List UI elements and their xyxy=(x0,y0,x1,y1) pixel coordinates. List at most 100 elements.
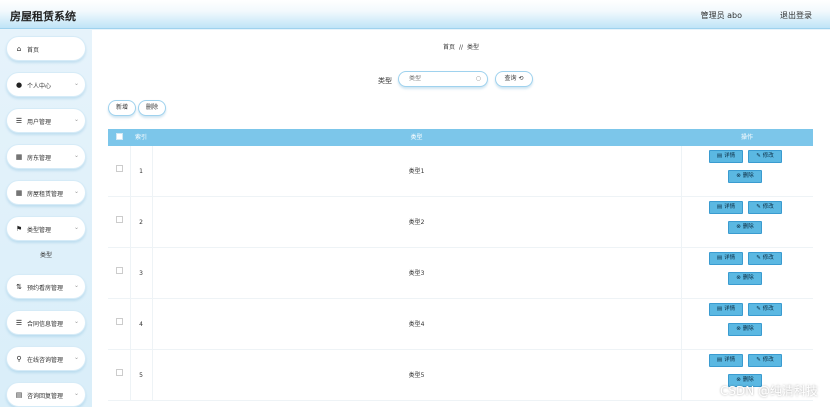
query-button[interactable]: 查询 ⟲ xyxy=(495,71,533,87)
detail-icon: ▤ xyxy=(716,153,723,159)
sidebar-item-rentals[interactable]: ▦ 房屋租赁管理 ⌄ xyxy=(6,180,86,205)
row-type: 类型4 xyxy=(408,321,425,328)
row-index: 1 xyxy=(139,168,143,175)
grid-icon: ▦ xyxy=(15,189,23,197)
sidebar-item-types[interactable]: ⚑ 类型管理 ⌄ xyxy=(6,216,86,241)
delete-button[interactable]: ⊗ 删除 xyxy=(728,272,762,285)
edit-icon: ✎ xyxy=(756,153,761,159)
sidebar-item-label: 预约看房管理 xyxy=(27,285,64,292)
header-type: 类型 xyxy=(410,134,423,141)
search-label: 类型 xyxy=(378,77,392,85)
sidebar-item-contracts[interactable]: ☰ 合同信息管理 ⌄ xyxy=(6,310,86,335)
delete-label: 删除 xyxy=(742,173,754,179)
grid-icon: ▦ xyxy=(15,153,23,161)
detail-icon: ▤ xyxy=(716,255,723,261)
edit-label: 修改 xyxy=(762,306,774,312)
sidebar-item-landlords[interactable]: ▦ 房东管理 ⌄ xyxy=(6,144,86,169)
list-icon: ☰ xyxy=(15,319,23,327)
edit-button[interactable]: ✎ 修改 xyxy=(748,354,782,367)
table-row: 3 类型3 ▤ 详情 ✎ 修改 ⊗ 删除 xyxy=(108,248,813,299)
edit-icon: ✎ xyxy=(756,255,761,261)
sidebar-subitem-type[interactable]: 类型 xyxy=(6,247,86,265)
header-actions: 操作 xyxy=(740,134,753,141)
breadcrumb-current: 类型 xyxy=(467,44,480,51)
main-content: 首页//类型 类型 ○ 查询 ⟲ 新增 删除 索引 类型 操作 1 类型1 ▤详… xyxy=(92,30,830,407)
chevron-down-icon: ⌄ xyxy=(73,354,79,361)
detail-button[interactable]: ▤ 详情 xyxy=(709,354,743,367)
detail-button[interactable]: ▤ 详情 xyxy=(709,303,743,316)
delete-icon: ⊗ xyxy=(736,173,741,179)
row-checkbox[interactable] xyxy=(116,165,123,172)
watermark: CSDN @纯清科技 xyxy=(719,384,818,398)
chevron-down-icon: ⌄ xyxy=(73,116,79,123)
sidebar-item-label: 合同信息管理 xyxy=(27,321,64,328)
top-bar: 房屋租赁系统 管理员 abo 退出登录 xyxy=(0,0,830,29)
sidebar-item-viewings[interactable]: ⇅ 预约看房管理 ⌄ xyxy=(6,274,86,299)
delete-button[interactable]: ⊗ 删除 xyxy=(728,323,762,336)
sidebar-item-label: 个人中心 xyxy=(27,83,52,90)
edit-icon: ✎ xyxy=(756,204,761,210)
delete-icon: ⊗ xyxy=(736,326,741,332)
table-row: 1 类型1 ▤ 详情 ✎ 修改 ⊗ 删除 xyxy=(108,146,813,197)
sidebar-item-label: 房东管理 xyxy=(27,155,52,162)
detail-icon: ▤ xyxy=(716,357,723,363)
chevron-down-icon: ⌄ xyxy=(73,188,79,195)
breadcrumb-home[interactable]: 首页 xyxy=(443,44,455,51)
sidebar: ⌂ 首页 ● 个人中心 ⌄ ☰ 用户管理 ⌄ ▦ 房东管理 ⌄ ▦ 房屋租赁管理… xyxy=(0,30,92,407)
detail-button[interactable]: ▤ 详情 xyxy=(709,252,743,265)
column-divider xyxy=(681,146,682,401)
detail-icon: ▤ xyxy=(716,204,723,210)
row-index: 3 xyxy=(139,270,143,277)
edit-label: 修改 xyxy=(762,153,774,159)
sidebar-item-label: 在线咨询管理 xyxy=(27,357,64,364)
search-field[interactable]: ○ xyxy=(398,71,488,87)
row-index: 4 xyxy=(139,321,143,328)
edit-icon: ✎ xyxy=(756,357,761,363)
sidebar-item-label: 咨询回复管理 xyxy=(27,393,64,400)
sidebar-item-profile[interactable]: ● 个人中心 ⌄ xyxy=(6,72,86,97)
delete-button[interactable]: ⊗ 删除 xyxy=(728,170,762,183)
row-type: 类型3 xyxy=(408,270,425,277)
row-checkbox[interactable] xyxy=(116,267,123,274)
select-all-checkbox[interactable] xyxy=(116,133,123,140)
batch-delete-button[interactable]: 删除 xyxy=(138,100,166,116)
detail-button[interactable]: ▤ 详情 xyxy=(709,150,743,163)
row-index: 5 xyxy=(139,372,143,379)
row-checkbox[interactable] xyxy=(116,216,123,223)
table-row: 5 类型5 ▤ 详情 ✎ 修改 ⊗ 删除 xyxy=(108,350,813,401)
sidebar-item-home[interactable]: ⌂ 首页 xyxy=(6,36,86,61)
detail-button[interactable]: ▤ 详情 xyxy=(709,201,743,214)
edit-button[interactable]: ✎ 修改 xyxy=(748,150,782,163)
detail-label: 详情 xyxy=(724,255,736,261)
row-type: 类型5 xyxy=(408,372,425,379)
edit-button[interactable]: ✎ 修改 xyxy=(748,252,782,265)
row-checkbox[interactable] xyxy=(116,369,123,376)
search-input[interactable] xyxy=(409,75,479,82)
detail-label: 详情 xyxy=(724,306,736,312)
detail-icon: ▤ xyxy=(716,306,723,312)
edit-button[interactable]: ✎ 修改 xyxy=(748,201,782,214)
user-icon: ● xyxy=(15,81,23,89)
home-icon: ⌂ xyxy=(16,45,22,53)
sidebar-item-replies[interactable]: ▤ 咨询回复管理 ⌄ xyxy=(6,382,86,407)
add-button[interactable]: 新增 xyxy=(108,100,136,116)
row-checkbox[interactable] xyxy=(116,318,123,325)
edit-icon: ✎ xyxy=(756,306,761,312)
sidebar-item-users[interactable]: ☰ 用户管理 ⌄ xyxy=(6,108,86,133)
chevron-down-icon: ⌄ xyxy=(73,282,79,289)
chevron-down-icon: ⌄ xyxy=(73,80,79,87)
chevron-down-icon: ⌄ xyxy=(73,224,79,231)
logout-link[interactable]: 退出登录 xyxy=(780,10,812,21)
breadcrumb-separator: // xyxy=(458,44,464,51)
table-row: 2 类型2 ▤ 详情 ✎ 修改 ⊗ 删除 xyxy=(108,197,813,248)
edit-button[interactable]: ✎ 修改 xyxy=(748,303,782,316)
current-user[interactable]: 管理员 abo xyxy=(701,10,742,21)
breadcrumb: 首页//类型 xyxy=(92,42,830,51)
delete-button[interactable]: ⊗ 删除 xyxy=(728,221,762,234)
table-header: 索引 类型 操作 xyxy=(108,129,813,146)
flag-icon: ⚑ xyxy=(15,225,23,233)
sidebar-item-consult[interactable]: ⚲ 在线咨询管理 ⌄ xyxy=(6,346,86,371)
delete-icon: ⊗ xyxy=(736,275,741,281)
detail-label: 详情 xyxy=(724,204,736,210)
pin-icon: ⚲ xyxy=(16,355,22,363)
